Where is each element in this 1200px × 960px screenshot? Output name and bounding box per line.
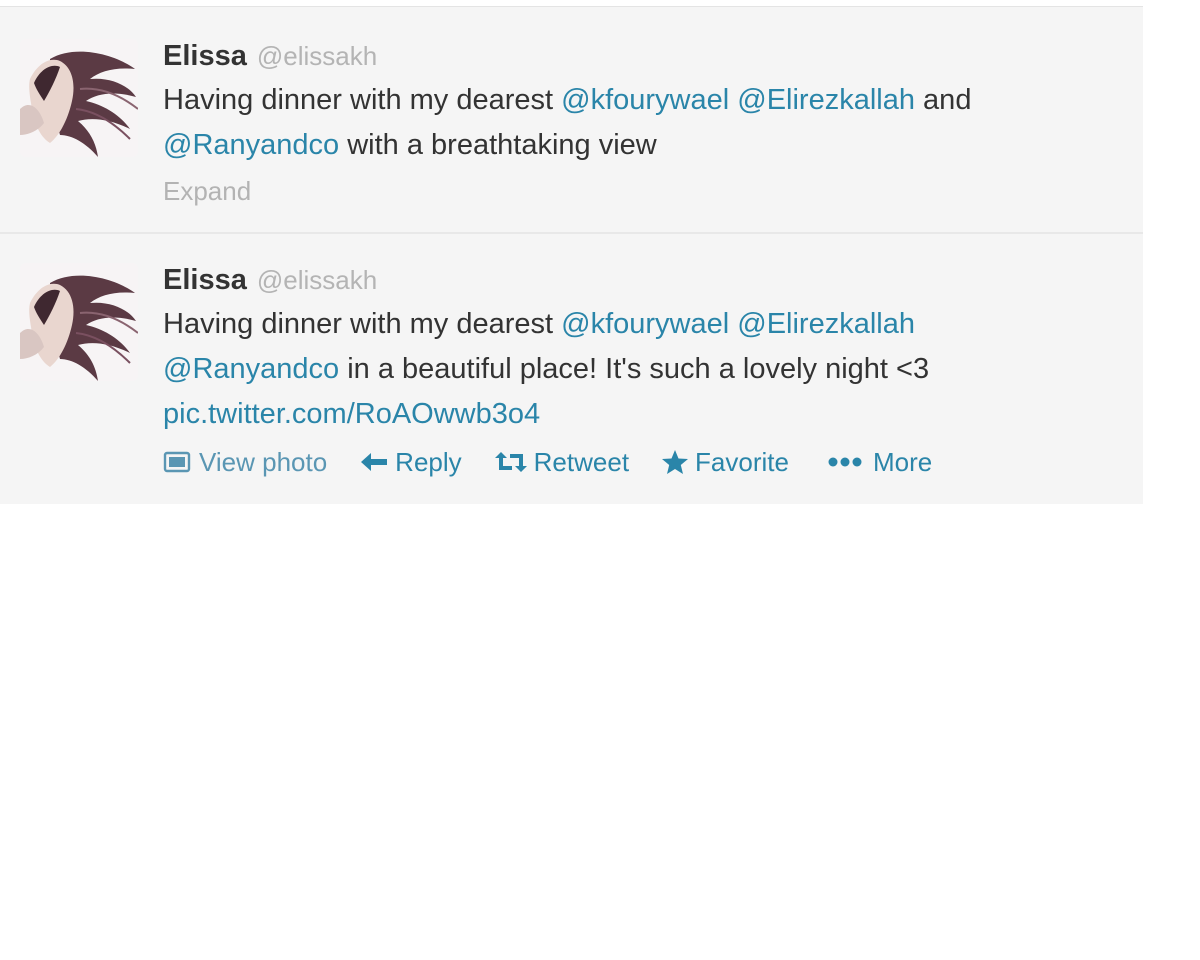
retweet-icon bbox=[494, 450, 528, 474]
tweet[interactable]: Elissa @elissakh Having dinner with my de… bbox=[0, 232, 1143, 504]
tweet[interactable]: Elissa @elissakh Having dinner with my de… bbox=[0, 6, 1143, 232]
avatar[interactable] bbox=[20, 39, 138, 157]
photo-icon bbox=[163, 450, 193, 474]
tweet-content: Elissa @elissakh Having dinner with my de… bbox=[163, 35, 1133, 214]
tweet-text: Having dinner with my dearest @kfourywae… bbox=[163, 302, 1133, 437]
favorite-button[interactable]: Favorite bbox=[661, 447, 789, 478]
view-photo-label: View photo bbox=[199, 446, 328, 477]
tweet-username[interactable]: @elissakh bbox=[257, 265, 377, 295]
photo-link[interactable]: pic.twitter.com/RoAOwwb3o4 bbox=[163, 398, 540, 430]
reply-button[interactable]: Reply bbox=[359, 446, 462, 478]
tweet-text: Having dinner with my dearest @kfourywae… bbox=[163, 78, 1133, 168]
reply-arrow-icon bbox=[359, 450, 389, 474]
timeline: Elissa @elissakh Having dinner with my de… bbox=[0, 6, 1143, 504]
avatar[interactable] bbox=[20, 263, 138, 381]
tweet-actions: View photo Reply Retweet Favorite More bbox=[163, 439, 1133, 485]
tweet-text-segment: Having dinner with my dearest bbox=[163, 84, 562, 116]
mention-link[interactable]: @Ranyandco bbox=[163, 129, 339, 161]
mention-link[interactable]: @kfourywael bbox=[561, 84, 729, 116]
mention-link[interactable]: @Elirezkallah bbox=[737, 84, 915, 116]
tweet-fullname[interactable]: Elissa bbox=[163, 40, 247, 72]
view-photo-button[interactable]: View photo bbox=[163, 447, 327, 478]
tweet-content: Elissa @elissakh Having dinner with my de… bbox=[163, 259, 1133, 485]
tweet-text-segment: with a breathtaking view bbox=[339, 129, 657, 161]
retweet-button[interactable]: Retweet bbox=[494, 447, 629, 478]
favorite-label: Favorite bbox=[695, 446, 789, 477]
tweet-header: Elissa @elissakh bbox=[163, 35, 1133, 77]
tweet-text-segment: in a beautiful place! It's such a lovely… bbox=[339, 353, 930, 385]
reply-label: Reply bbox=[395, 446, 462, 477]
retweet-label: Retweet bbox=[533, 446, 630, 477]
tweet-header: Elissa @elissakh bbox=[163, 259, 1133, 301]
more-label: More bbox=[872, 446, 933, 477]
star-icon bbox=[661, 449, 689, 475]
expand-link[interactable]: Expand bbox=[163, 168, 1133, 214]
tweet-fullname[interactable]: Elissa bbox=[163, 264, 247, 296]
ellipsis-icon bbox=[827, 455, 867, 469]
avatar-image bbox=[20, 263, 138, 381]
avatar-image bbox=[20, 39, 138, 157]
mention-link[interactable]: @kfourywael bbox=[561, 308, 729, 340]
tweet-username[interactable]: @elissakh bbox=[257, 41, 377, 71]
mention-link[interactable]: @Elirezkallah bbox=[737, 308, 915, 340]
more-button[interactable]: More bbox=[827, 447, 932, 478]
tweet-text-segment: Having dinner with my dearest bbox=[163, 308, 562, 340]
mention-link[interactable]: @Ranyandco bbox=[163, 353, 339, 385]
tweet-text-segment: and bbox=[915, 84, 972, 116]
